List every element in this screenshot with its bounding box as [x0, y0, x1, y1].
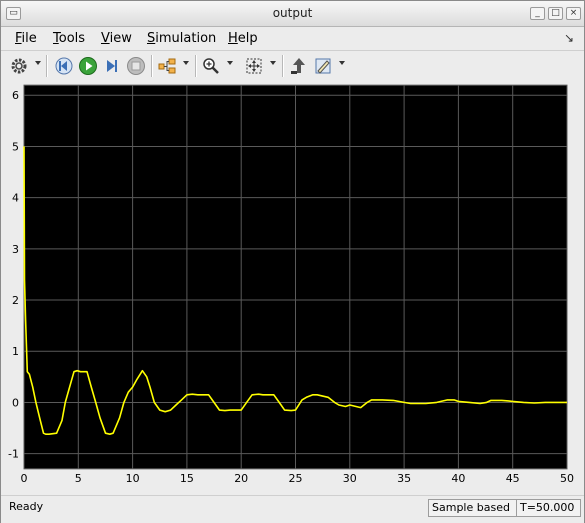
scope-window: ▭ output _ □ × File Tools View Simulatio… — [0, 0, 585, 523]
maximize-button[interactable]: □ — [548, 7, 563, 20]
x-tick-label: 20 — [234, 472, 248, 485]
gear-icon[interactable] — [9, 56, 29, 76]
x-tick-label: 30 — [343, 472, 357, 485]
x-tick-label: 10 — [126, 472, 140, 485]
zoom-icon[interactable] — [201, 56, 221, 76]
y-tick-label: 6 — [12, 89, 19, 102]
menu-view[interactable]: View — [101, 31, 132, 46]
highlight-block-icon[interactable] — [289, 56, 309, 76]
signal-hierarchy-icon[interactable] — [157, 56, 177, 76]
scope-plot-area: 0 5 10 15 20 25 30 35 40 45 50 -1 0 1 2 3 4 5 6 — [1, 81, 584, 495]
style-icon[interactable] — [313, 56, 333, 76]
y-tick-label: 0 — [12, 396, 19, 409]
menu-bar: File Tools View Simulation Help ↘ — [1, 27, 584, 49]
y-tick-label: -1 — [8, 448, 19, 461]
y-tick-label: 4 — [12, 192, 19, 205]
y-tick-label: 2 — [12, 294, 19, 307]
status-ready-text: Ready — [9, 500, 44, 513]
fit-dropdown-icon[interactable] — [270, 61, 276, 65]
toolbar-separator — [195, 55, 197, 77]
toolbar-separator — [151, 55, 153, 77]
title-bar: ▭ output _ □ × — [1, 1, 584, 27]
y-tick-label: 3 — [12, 243, 19, 256]
menu-file[interactable]: File — [15, 31, 37, 46]
toolbar — [1, 50, 584, 82]
toolbar-separator — [46, 55, 48, 77]
stop-icon[interactable] — [126, 56, 146, 76]
y-tick-label: 1 — [12, 345, 19, 358]
status-time: T=50.000 — [516, 499, 581, 517]
zoom-dropdown-icon[interactable] — [227, 61, 233, 65]
x-tick-label: 40 — [451, 472, 465, 485]
menu-tools[interactable]: Tools — [53, 31, 85, 46]
close-button[interactable]: × — [566, 7, 581, 20]
dock-arrow-icon[interactable]: ↘ — [564, 31, 574, 45]
fit-view-icon[interactable] — [244, 56, 264, 76]
style-dropdown-icon[interactable] — [339, 61, 345, 65]
x-tick-label: 0 — [21, 472, 28, 485]
window-title: output — [272, 6, 313, 20]
status-mode: Sample based — [428, 499, 517, 517]
run-icon[interactable] — [78, 56, 98, 76]
x-tick-label: 45 — [506, 472, 520, 485]
x-tick-label: 25 — [289, 472, 303, 485]
signal-dropdown-icon[interactable] — [183, 61, 189, 65]
x-tick-label: 5 — [75, 472, 82, 485]
minimize-button[interactable]: _ — [530, 7, 545, 20]
x-tick-label: 15 — [180, 472, 194, 485]
y-tick-label: 5 — [12, 140, 19, 153]
scope-chart[interactable]: 0 5 10 15 20 25 30 35 40 45 50-10123456 — [1, 81, 584, 495]
x-tick-label: 35 — [397, 472, 411, 485]
toolbar-separator — [282, 55, 284, 77]
menu-simulation[interactable]: Simulation — [147, 31, 216, 46]
step-forward-icon[interactable] — [102, 56, 122, 76]
menu-help[interactable]: Help — [228, 31, 258, 46]
status-bar: Ready Sample based T=50.000 — [1, 495, 584, 523]
x-tick-label: 50 — [560, 472, 574, 485]
step-back-icon[interactable] — [54, 56, 74, 76]
gear-dropdown-icon[interactable] — [35, 61, 41, 65]
